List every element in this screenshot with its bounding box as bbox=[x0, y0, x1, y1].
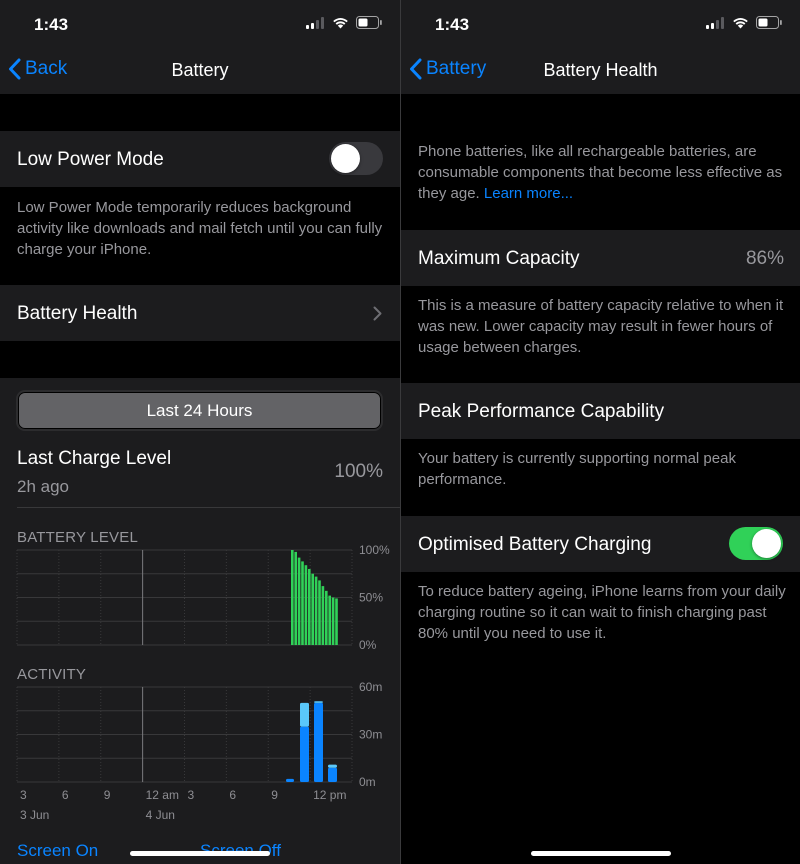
legend-screen-on: Screen On bbox=[17, 841, 99, 860]
status-time: 1:43 bbox=[435, 15, 470, 34]
x-tick-label: 6 bbox=[229, 788, 236, 802]
optimised-charging-row: Optimised Battery Charging bbox=[401, 516, 800, 572]
activity-chart-y-tick-label: 0m bbox=[359, 775, 376, 789]
activity-bar-screen-on bbox=[314, 702, 323, 782]
chevron-right-icon bbox=[373, 306, 382, 321]
nav-bar: Battery Battery Health bbox=[401, 48, 800, 94]
battery-health-label: Battery Health bbox=[17, 303, 138, 324]
last-charge-value: 100% bbox=[334, 461, 383, 482]
battery-level-bar bbox=[318, 580, 321, 645]
x-tick-label: 3 bbox=[188, 788, 195, 802]
nav-bar: Back Battery bbox=[0, 48, 400, 94]
maximum-capacity-row: Maximum Capacity 86% bbox=[401, 230, 800, 286]
cellular-signal-icon bbox=[306, 16, 324, 29]
low-power-mode-row: Low Power Mode bbox=[0, 131, 400, 187]
back-label: Back bbox=[25, 58, 68, 79]
back-button[interactable]: Back bbox=[8, 58, 67, 80]
chevron-left-icon bbox=[410, 58, 422, 80]
battery-level-bar bbox=[314, 576, 318, 645]
battery-health-row[interactable]: Battery Health bbox=[0, 285, 400, 341]
cellular-signal-icon bbox=[706, 16, 724, 29]
status-time: 1:43 bbox=[34, 15, 69, 34]
back-label: Battery bbox=[426, 58, 487, 79]
battery-intro-text: Phone batteries, like all rechargeable b… bbox=[418, 141, 786, 204]
battery-level-bar bbox=[297, 557, 301, 645]
x-tick-label: 12 am bbox=[146, 788, 179, 802]
activity-bar-screen-off bbox=[314, 701, 323, 703]
x-tick-label: 3 bbox=[20, 788, 27, 802]
battery-level-bar bbox=[335, 598, 338, 645]
low-power-mode-toggle[interactable] bbox=[329, 142, 383, 175]
last-charge-time-ago: 2h ago bbox=[17, 477, 69, 496]
activity-bar-screen-off bbox=[300, 702, 309, 727]
home-indicator bbox=[130, 851, 270, 856]
battery-level-bar bbox=[311, 573, 314, 645]
battery-screen: 1:43 Back Battery Low Power Mode Low Pow… bbox=[0, 0, 400, 864]
x-tick-label: 6 bbox=[62, 788, 69, 802]
battery-chart-y-tick-label: 0% bbox=[359, 638, 377, 652]
battery-level-bar bbox=[301, 561, 304, 645]
x-date-label: 3 Jun bbox=[20, 808, 49, 822]
optimised-charging-label: Optimised Battery Charging bbox=[418, 534, 652, 555]
wifi-icon bbox=[733, 17, 748, 28]
learn-more-link[interactable]: Learn more... bbox=[484, 185, 573, 202]
battery-health-screen: 1:43 Battery Battery Health Phone batter… bbox=[401, 0, 800, 864]
home-indicator bbox=[530, 851, 671, 856]
wifi-icon bbox=[333, 17, 348, 28]
time-range-segmented-control: Last 24 Hours bbox=[16, 390, 383, 431]
battery-level-bar bbox=[304, 565, 308, 645]
optimised-charging-description: To reduce battery ageing, iPhone learns … bbox=[418, 583, 786, 642]
battery-chart-y-tick-label: 100% bbox=[359, 543, 390, 557]
battery-usage-charts: 100% 50% 0% 60m 30m 0m 3 6 9 12 am 3 6 9 12 pm 3 Jun 4 … bbox=[16, 543, 390, 822]
battery-level-bar bbox=[308, 569, 311, 645]
battery-chart-y-tick-label: 50% bbox=[359, 591, 383, 605]
back-button[interactable]: Battery bbox=[409, 58, 486, 80]
peak-performance-label: Peak Performance Capability bbox=[418, 401, 665, 422]
x-tick-label: 9 bbox=[271, 788, 278, 802]
intro-text: Phone batteries, like all rechargeable b… bbox=[418, 143, 783, 202]
separator bbox=[17, 507, 400, 508]
low-power-mode-description: Low Power Mode temporarily reduces backg… bbox=[17, 199, 383, 258]
activity-chart-y-tick-label: 30m bbox=[359, 728, 382, 742]
activity-bar-screen-on bbox=[300, 726, 309, 782]
peak-performance-row: Peak Performance Capability bbox=[401, 383, 800, 439]
peak-performance-description: Your battery is currently supporting nor… bbox=[418, 450, 736, 488]
x-tick-label: 12 pm bbox=[313, 788, 346, 802]
optimised-charging-toggle[interactable] bbox=[729, 527, 783, 560]
battery-level-bar bbox=[294, 551, 297, 645]
battery-level-bar bbox=[321, 586, 325, 645]
battery-icon bbox=[756, 16, 782, 29]
battery-icon bbox=[356, 16, 382, 29]
battery-level-bar bbox=[328, 595, 331, 645]
x-date-label: 4 Jun bbox=[146, 808, 175, 822]
maximum-capacity-description: This is a measure of battery capacity re… bbox=[418, 297, 784, 356]
low-power-mode-label: Low Power Mode bbox=[17, 149, 164, 170]
segment-last-24-hours[interactable]: Last 24 Hours bbox=[18, 392, 381, 429]
x-tick-label: 9 bbox=[104, 788, 111, 802]
activity-chart-y-tick-label: 60m bbox=[359, 680, 382, 694]
battery-level-bar bbox=[331, 597, 335, 645]
last-charge-level-label: Last Charge Level bbox=[17, 448, 172, 469]
maximum-capacity-value: 86% bbox=[745, 248, 784, 269]
status-bar: 1:43 bbox=[401, 0, 800, 48]
activity-bar-screen-off bbox=[328, 764, 337, 768]
activity-bar-screen-on bbox=[328, 767, 337, 782]
activity-bar-screen-on bbox=[286, 778, 294, 782]
battery-level-bar bbox=[325, 590, 328, 645]
status-bar: 1:43 bbox=[0, 0, 400, 48]
chevron-left-icon bbox=[9, 58, 21, 80]
battery-level-bar bbox=[291, 550, 294, 645]
maximum-capacity-label: Maximum Capacity bbox=[418, 248, 580, 269]
